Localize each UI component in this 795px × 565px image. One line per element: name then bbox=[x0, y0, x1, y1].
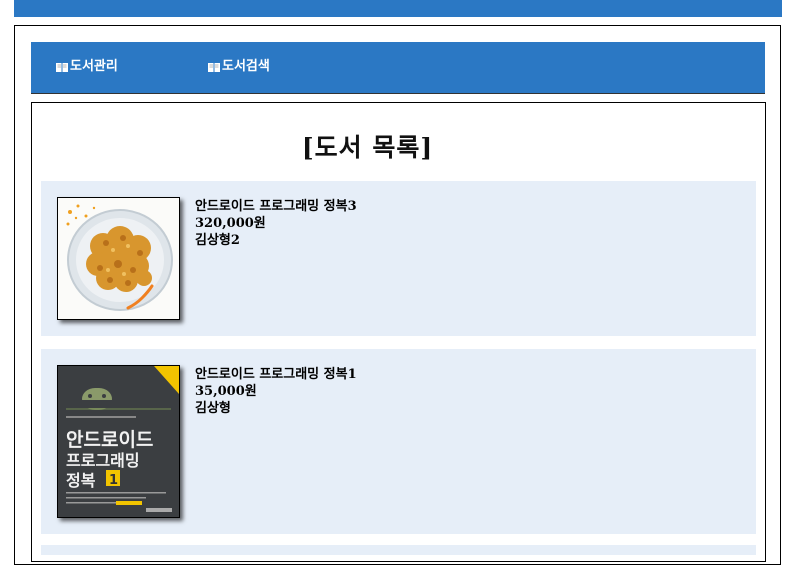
nav-book-management-label: 도서관리 bbox=[70, 59, 118, 74]
book-title[interactable]: 안드로이드 프로그래밍 정복1 bbox=[195, 366, 357, 383]
nav-book-search-label: 도서검색 bbox=[222, 59, 270, 74]
book-author: 김상형 bbox=[195, 401, 231, 416]
page-title: [도서 목록] bbox=[301, 133, 434, 162]
book-card[interactable]: 안드로이드 프로그래밍 정복 1 안드로이드 프로그래밍 정복1 35,000원… bbox=[41, 349, 756, 534]
book-price: 320,000원 bbox=[195, 216, 266, 231]
book-price: 35,000원 bbox=[195, 384, 257, 399]
book-thumbnail[interactable] bbox=[57, 197, 180, 320]
book-card[interactable]: 안드로이드 프로그래밍 정복3 320,000원 김상형2 bbox=[41, 181, 756, 336]
fried-chicken-image bbox=[58, 198, 179, 319]
book-info: 안드로이드 프로그래밍 정복3 320,000원 김상형2 bbox=[195, 198, 357, 249]
nav-book-management[interactable]: 도서관리 bbox=[56, 59, 118, 75]
book-icon bbox=[208, 62, 220, 72]
cover-line1: 안드로이드 bbox=[66, 429, 153, 451]
book-thumbnail[interactable]: 안드로이드 프로그래밍 정복 1 bbox=[57, 365, 180, 518]
book-card[interactable] bbox=[41, 545, 756, 555]
main-nav: 도서관리 도서검색 bbox=[31, 42, 765, 94]
cover-line2: 프로그래밍 bbox=[66, 451, 140, 470]
book-title[interactable]: 안드로이드 프로그래밍 정복3 bbox=[195, 198, 357, 215]
android-book-cover: 안드로이드 프로그래밍 정복 1 bbox=[58, 366, 179, 517]
cover-line3: 정복 bbox=[66, 471, 96, 490]
book-info: 안드로이드 프로그래밍 정복1 35,000원 김상형 bbox=[195, 366, 357, 417]
book-author: 김상형2 bbox=[195, 233, 240, 248]
top-header-bar bbox=[14, 0, 782, 17]
nav-book-search[interactable]: 도서검색 bbox=[208, 59, 270, 75]
cover-volume: 1 bbox=[109, 473, 118, 488]
book-icon bbox=[56, 62, 68, 72]
